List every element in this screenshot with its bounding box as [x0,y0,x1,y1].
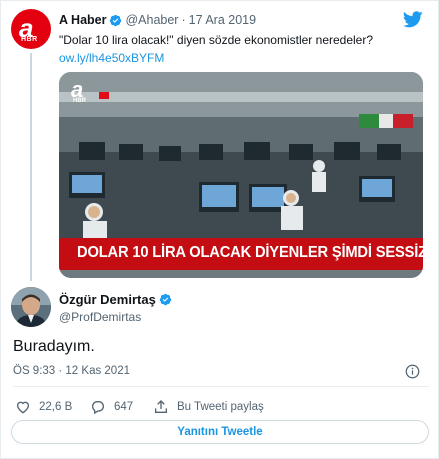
reply-bubble-icon [92,401,104,415]
quoted-tweet-link[interactable]: ow.ly/lh4e50xBYFM [59,51,164,65]
quoted-tweet-header: A Haber @Ahaber · 17 Ara 2019 [59,11,256,29]
tweet-reply-button[interactable]: Yanıtını Tweetle [11,420,429,444]
header-separator: · [181,13,186,27]
twitter-bird-icon[interactable] [403,11,423,28]
reply-button[interactable]: 647 [90,399,133,415]
turkish-flag-icon [99,92,109,99]
author-name-row: Özgür Demirtaş [59,292,175,307]
share-button[interactable]: Bu Tweeti paylaş [153,399,264,415]
thread-connector-line [30,53,32,281]
tweet-timestamp[interactable]: ÖS 9:33 · 12 Kas 2021 [13,365,130,377]
heart-icon [16,401,30,414]
quoted-tweet-video-thumbnail[interactable]: a HBR DOLAR 10 LİRA OLACAK DİYENLER ŞİMD… [59,72,423,278]
author-handle[interactable]: @ProfDemirtas [59,310,141,324]
author-avatar[interactable] [11,287,51,327]
tweet-text: Buradayım. [13,338,95,355]
quoted-author-name[interactable]: A Haber [59,13,106,27]
verified-badge-icon [159,293,171,306]
channel-logo-sub: HBR [73,98,86,104]
author-photo [11,287,51,327]
channel-logo: a HBR [67,77,111,106]
news-banner: DOLAR 10 LİRA OLACAK DİYENLER ŞİMDİ SESS… [59,238,423,270]
quoted-author-handle[interactable]: @Ahaber [125,13,178,27]
share-label: Bu Tweeti paylaş [177,401,264,413]
divider [13,386,429,387]
verified-badge-icon [110,14,122,26]
embedded-tweet-card: a HBR A Haber @Ahaber · 17 Ara 2019 "Dol… [0,0,439,459]
a-haber-avatar[interactable]: a HBR [11,9,51,49]
avatar-logo-sub: HBR [21,36,38,43]
quoted-tweet-text: "Dolar 10 lira olacak!" diyen sözde ekon… [59,33,374,47]
quoted-tweet-date[interactable]: 17 Ara 2019 [189,13,256,27]
like-count: 22,6 B [39,401,73,413]
reply-count: 647 [114,401,134,413]
author-name[interactable]: Özgür Demirtaş [59,292,156,307]
like-button[interactable]: 22,6 B [15,399,72,415]
info-icon[interactable] [405,364,420,379]
news-banner-text: DOLAR 10 LİRA OLACAK DİYENLER ŞİMDİ SESS… [77,244,423,261]
share-icon [155,400,167,413]
